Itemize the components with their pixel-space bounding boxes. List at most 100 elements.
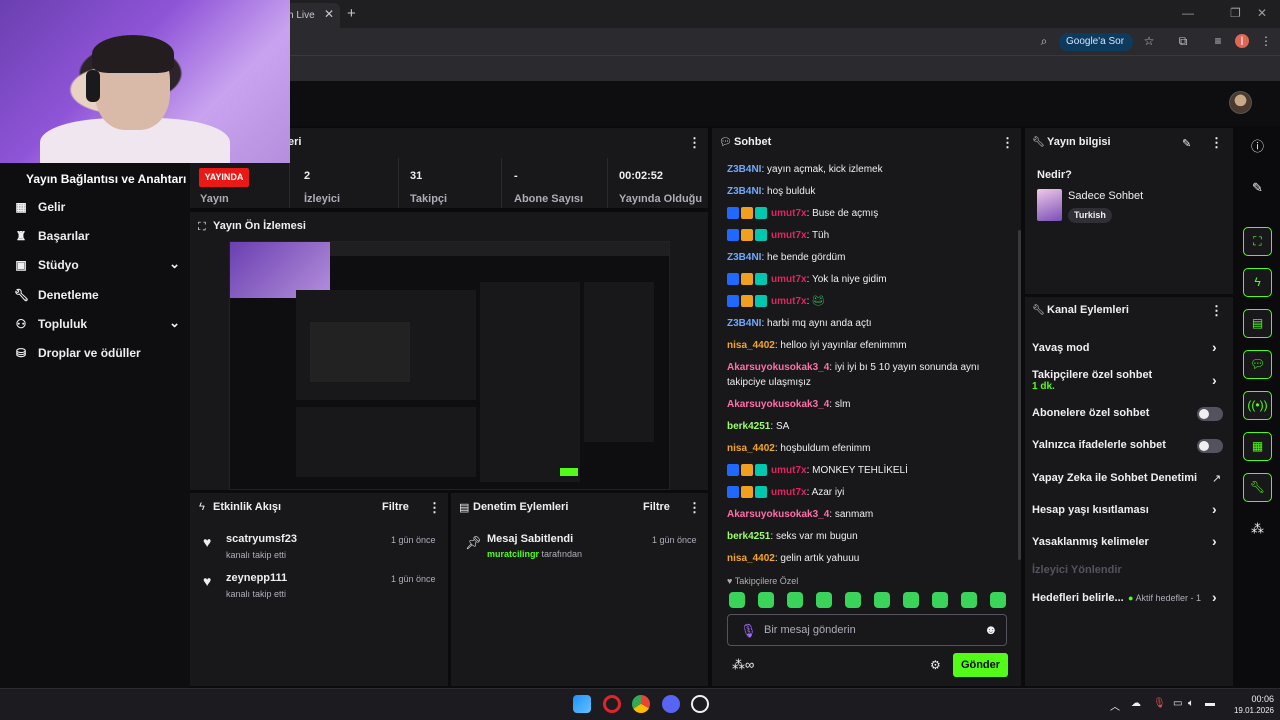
- chat-username[interactable]: Akarsuyokusokak3_4: [727, 399, 829, 410]
- chat-username[interactable]: umut7x: [771, 296, 807, 307]
- chat-input[interactable]: 🎙︎ Bir mesaj gönderin ☻: [727, 614, 1007, 646]
- chat-username[interactable]: nisa_4402: [727, 340, 775, 351]
- subscribers-only-toggle[interactable]: [1197, 407, 1223, 421]
- emotes-only-toggle[interactable]: [1197, 439, 1223, 453]
- sidebar-item-drops[interactable]: ⛁ Droplar ve ödüller: [14, 344, 180, 364]
- moderator-name[interactable]: muratcilingr: [487, 549, 539, 559]
- sidebar-item-achievements[interactable]: ♜ Başarılar: [14, 227, 180, 247]
- chat-username[interactable]: Akarsuyokusokak3_4: [727, 362, 829, 373]
- chat-scrollbar[interactable]: [1018, 230, 1021, 560]
- chat-username[interactable]: nisa_4402: [727, 443, 775, 454]
- category-name[interactable]: Sadece Sohbet: [1068, 190, 1143, 202]
- new-tab-icon[interactable]: +: [347, 5, 356, 22]
- emote-icon[interactable]: [932, 592, 948, 608]
- chat-username[interactable]: Z3B4NI: [727, 318, 761, 329]
- activity-filter-button[interactable]: Filtre: [382, 501, 409, 513]
- badge-icon[interactable]: [741, 207, 753, 220]
- chevron-right-icon[interactable]: ›: [1212, 501, 1217, 517]
- goals-label[interactable]: Hedefleri belirle...: [1032, 592, 1124, 604]
- chat-username[interactable]: Akarsuyokusokak3_4: [727, 509, 829, 520]
- emote-icon[interactable]: [729, 592, 745, 608]
- network-icon[interactable]: ▭: [1173, 698, 1182, 709]
- badge-icon[interactable]: [727, 273, 739, 286]
- lightning-icon[interactable]: ϟ: [1243, 268, 1272, 297]
- broadcast-icon[interactable]: ((•)): [1243, 391, 1272, 420]
- wrench-icon[interactable]: 🔧︎: [1243, 473, 1272, 502]
- microphone-icon[interactable]: 🎙︎: [740, 623, 757, 639]
- more-options-icon[interactable]: ⋮: [688, 500, 701, 516]
- emote-icon[interactable]: [874, 592, 890, 608]
- pencil-icon[interactable]: ✎: [1182, 137, 1191, 150]
- badge-icon[interactable]: [727, 295, 739, 308]
- chat-username[interactable]: berk4251: [727, 421, 770, 432]
- chat-username[interactable]: umut7x: [771, 230, 807, 241]
- badge-icon[interactable]: [755, 464, 767, 477]
- sidebar-item-revenue[interactable]: ▦ Gelir: [14, 198, 180, 218]
- pencil-icon[interactable]: ✎: [1243, 173, 1272, 202]
- battery-icon[interactable]: ▬: [1205, 698, 1215, 709]
- badge-icon[interactable]: [727, 464, 739, 477]
- badge-icon[interactable]: [755, 486, 767, 499]
- chat-username[interactable]: Z3B4NI: [727, 186, 761, 197]
- maximize-icon[interactable]: ❐: [1230, 6, 1241, 20]
- chevron-right-icon[interactable]: ›: [1212, 339, 1217, 355]
- emoji-icon[interactable]: ☻: [984, 622, 998, 637]
- sidebar-item-studio[interactable]: ▣ Stüdyo ⌄: [14, 256, 180, 276]
- more-options-icon[interactable]: ⋮: [1001, 135, 1014, 151]
- close-tab-icon[interactable]: ✕: [324, 7, 334, 21]
- stream-key-title[interactable]: Yayın Bağlantısı ve Anahtarı: [26, 172, 186, 186]
- more-options-icon[interactable]: ⋮: [1210, 135, 1223, 151]
- emote-icon[interactable]: [903, 592, 919, 608]
- chat-username[interactable]: umut7x: [771, 274, 807, 285]
- badge-icon[interactable]: [727, 207, 739, 220]
- emote-icon[interactable]: [990, 592, 1006, 608]
- avatar[interactable]: [1229, 91, 1252, 114]
- zoom-icon[interactable]: ⌕: [1037, 34, 1051, 48]
- clock-time[interactable]: 00:06: [1238, 694, 1274, 704]
- moderation-filter-button[interactable]: Filtre: [643, 501, 670, 513]
- chevron-up-icon[interactable]: ︿: [1110, 698, 1120, 713]
- chat-username[interactable]: nisa_4402: [727, 553, 775, 564]
- slow-mode-label[interactable]: Yavaş mod: [1032, 342, 1089, 354]
- sidebar-item-community[interactable]: ⚇ Topluluk ⌄: [14, 315, 180, 335]
- chat-username[interactable]: umut7x: [771, 208, 807, 219]
- window-close-icon[interactable]: ✕: [1257, 6, 1267, 20]
- chevron-down-icon[interactable]: ⌄: [169, 315, 180, 331]
- badge-icon[interactable]: [755, 273, 767, 286]
- category-thumbnail[interactable]: [1037, 189, 1062, 221]
- chat-username[interactable]: Z3B4NI: [727, 252, 761, 263]
- chevron-right-icon[interactable]: ›: [1212, 589, 1217, 605]
- google-sor-button[interactable]: Google'a Sor: [1059, 33, 1133, 51]
- badge-icon[interactable]: [755, 295, 767, 308]
- document-icon[interactable]: ▤: [1243, 309, 1272, 338]
- chat-username[interactable]: umut7x: [771, 465, 807, 476]
- volume-icon[interactable]: 🔈︎: [1188, 698, 1194, 709]
- chat-username[interactable]: Z3B4NI: [727, 164, 761, 175]
- badge-icon[interactable]: [727, 486, 739, 499]
- badge-icon[interactable]: [727, 229, 739, 242]
- emote-icon[interactable]: [787, 592, 803, 608]
- banned-words-label[interactable]: Yasaklanmış kelimeler: [1032, 536, 1149, 548]
- more-options-icon[interactable]: ⋮: [428, 500, 441, 516]
- ai-moderation-label[interactable]: Yapay Zeka ile Sohbet Denetimi: [1032, 472, 1197, 484]
- media-icon[interactable]: ≡: [1211, 34, 1225, 48]
- stream-preview-video[interactable]: [229, 241, 670, 490]
- more-options-icon[interactable]: ⋮: [688, 135, 701, 151]
- windows-start-icon[interactable]: [573, 695, 591, 713]
- layout-icon[interactable]: ▦: [1243, 432, 1272, 461]
- microphone-icon[interactable]: 🎙︎: [1153, 698, 1166, 709]
- more-options-icon[interactable]: ⋮: [1210, 303, 1223, 319]
- badge-icon[interactable]: [741, 464, 753, 477]
- preview-icon[interactable]: ⛶: [1243, 227, 1272, 256]
- star-icon[interactable]: ☆: [1142, 34, 1156, 48]
- account-age-label[interactable]: Hesap yaşı kısıtlaması: [1032, 504, 1149, 516]
- emote-icon[interactable]: [758, 592, 774, 608]
- emote-icon[interactable]: [961, 592, 977, 608]
- chevron-right-icon[interactable]: ›: [1212, 372, 1217, 388]
- gear-icon[interactable]: ⚙: [930, 658, 941, 672]
- app-icon[interactable]: [691, 695, 709, 713]
- emote-icon[interactable]: [845, 592, 861, 608]
- chat-username[interactable]: berk4251: [727, 531, 770, 542]
- clock-date[interactable]: 19.01.2026: [1226, 706, 1274, 715]
- menu-icon[interactable]: ⋮: [1259, 34, 1273, 48]
